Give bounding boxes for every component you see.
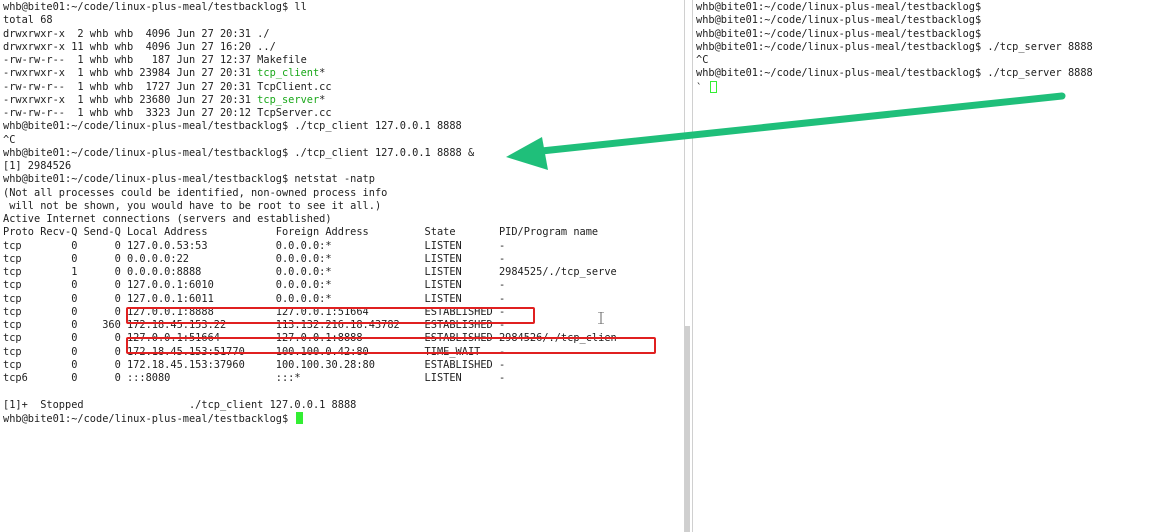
terminal-line: whb@bite01:~/code/linux-plus-meal/testba… bbox=[3, 1, 617, 14]
line-text: whb@bite01:~/code/linux-plus-meal/testba… bbox=[696, 1, 982, 13]
line-text: tcp6 0 0 :::8080 :::* LISTEN - bbox=[3, 372, 506, 384]
terminal-line: drwxrwxr-x 11 whb whb 4096 Jun 27 16:20 … bbox=[3, 41, 617, 54]
terminal-input-line[interactable]: ` bbox=[696, 80, 1093, 94]
terminal-line: -rw-rw-r-- 1 whb whb 187 Jun 27 12:37 Ma… bbox=[3, 54, 617, 67]
terminal-line: whb@bite01:~/code/linux-plus-meal/testba… bbox=[3, 173, 617, 186]
terminal-line: tcp 0 0 0.0.0.0:22 0.0.0.0:* LISTEN - bbox=[3, 253, 617, 266]
line-text: -rw-rw-r-- 1 whb whb 1727 Jun 27 20:31 T… bbox=[3, 80, 332, 93]
line-text: [1]+ Stopped ./tcp_client 127.0.0.1 8888 bbox=[3, 398, 357, 411]
terminal-line: whb@bite01:~/code/linux-plus-meal/testba… bbox=[696, 67, 1093, 80]
terminal-line: -rw-rw-r-- 1 whb whb 1727 Jun 27 20:31 T… bbox=[3, 81, 617, 94]
terminal-line: tcp6 0 0 :::8080 :::* LISTEN - bbox=[3, 372, 617, 385]
highlight-established-client-side bbox=[126, 337, 656, 354]
terminal-line: Active Internet connections (servers and… bbox=[3, 213, 617, 226]
line-text: Proto Recv-Q Send-Q Local Address Foreig… bbox=[3, 226, 599, 239]
terminal-line: [1] 2984526 bbox=[3, 160, 617, 173]
terminal-line: whb@bite01:~/code/linux-plus-meal/testba… bbox=[3, 120, 617, 133]
terminal-line: tcp 0 0 127.0.0.1:6011 0.0.0.0:* LISTEN … bbox=[3, 293, 617, 306]
line-text: will not be shown, you would have to be … bbox=[3, 199, 382, 212]
terminal-line: [1]+ Stopped ./tcp_client 127.0.0.1 8888 bbox=[3, 399, 617, 412]
executable-filename: tcp_server bbox=[257, 93, 320, 106]
line-text: whb@bite01:~/code/linux-plus-meal/testba… bbox=[3, 146, 475, 159]
terminal-cursor-icon bbox=[296, 411, 304, 424]
terminal-line: whb@bite01:~/code/linux-plus-meal/testba… bbox=[696, 1, 1093, 14]
terminal-line: whb@bite01:~/code/linux-plus-meal/testba… bbox=[696, 28, 1093, 41]
line-prefix: -rwxrwxr-x 1 whb whb 23680 Jun 27 20:31 bbox=[3, 93, 258, 106]
line-text: ^C bbox=[3, 133, 16, 146]
highlight-established-server-side bbox=[126, 307, 535, 324]
terminal-line: will not be shown, you would have to be … bbox=[3, 200, 617, 213]
line-text: tcp 0 0 127.0.0.1:6011 0.0.0.0:* LISTEN … bbox=[3, 292, 506, 305]
terminal-line: tcp 1 0 0.0.0.0:8888 0.0.0.0:* LISTEN 29… bbox=[3, 266, 617, 279]
terminal-line: tcp 0 0 127.0.0.1:6010 0.0.0.0:* LISTEN … bbox=[3, 279, 617, 292]
line-text: whb@bite01:~/code/linux-plus-meal/testba… bbox=[696, 40, 1093, 53]
line-text: Active Internet connections (servers and… bbox=[3, 213, 332, 225]
line-text: [1] 2984526 bbox=[3, 160, 72, 172]
terminal-line: (Not all processes could be identified, … bbox=[3, 187, 617, 200]
left-terminal-output: whb@bite01:~/code/linux-plus-meal/testba… bbox=[3, 1, 617, 425]
line-text: drwxrwxr-x 11 whb whb 4096 Jun 27 16:20 … bbox=[3, 40, 276, 53]
terminal-line: Proto Recv-Q Send-Q Local Address Foreig… bbox=[3, 226, 617, 239]
left-pane-scrollbar-thumb[interactable] bbox=[685, 326, 690, 532]
line-text: -rw-rw-r-- 1 whb whb 3323 Jun 27 20:12 T… bbox=[3, 107, 332, 119]
terminal-line: tcp 0 0 172.18.45.153:37960 100.100.30.2… bbox=[3, 359, 617, 372]
input-text: ` bbox=[696, 81, 709, 94]
left-terminal-pane[interactable]: whb@bite01:~/code/linux-plus-meal/testba… bbox=[0, 0, 684, 532]
terminal-line: ^C bbox=[3, 134, 617, 147]
executable-filename: tcp_client bbox=[257, 67, 320, 80]
line-text: whb@bite01:~/code/linux-plus-meal/testba… bbox=[696, 67, 1093, 80]
terminal-line: -rwxrwxr-x 1 whb whb 23984 Jun 27 20:31 … bbox=[3, 67, 617, 80]
terminal-line: whb@bite01:~/code/linux-plus-meal/testba… bbox=[3, 147, 617, 160]
prompt-text: whb@bite01:~/code/linux-plus-meal/testba… bbox=[3, 412, 295, 425]
line-prefix: -rwxrwxr-x 1 whb whb 23984 Jun 27 20:31 bbox=[3, 67, 258, 80]
text-cursor-icon bbox=[598, 312, 604, 324]
line-text: whb@bite01:~/code/linux-plus-meal/testba… bbox=[696, 14, 982, 27]
terminal-line: ^C bbox=[696, 54, 1093, 67]
line-text: -rw-rw-r-- 1 whb whb 187 Jun 27 12:37 Ma… bbox=[3, 54, 307, 66]
line-text: tcp 0 0 127.0.0.53:53 0.0.0.0:* LISTEN - bbox=[3, 239, 506, 252]
line-text: tcp 0 0 0.0.0.0:22 0.0.0.0:* LISTEN - bbox=[3, 252, 506, 265]
terminal-line: whb@bite01:~/code/linux-plus-meal/testba… bbox=[696, 41, 1093, 54]
terminal-line: -rwxrwxr-x 1 whb whb 23680 Jun 27 20:31 … bbox=[3, 94, 617, 107]
line-suffix: * bbox=[319, 93, 326, 106]
line-text: ^C bbox=[696, 54, 709, 66]
line-text: whb@bite01:~/code/linux-plus-meal/testba… bbox=[3, 120, 462, 133]
line-text: total 68 bbox=[3, 14, 53, 27]
line-text: (Not all processes could be identified, … bbox=[3, 186, 388, 199]
terminal-prompt-line[interactable]: whb@bite01:~/code/linux-plus-meal/testba… bbox=[3, 411, 617, 425]
terminal-line: drwxrwxr-x 2 whb whb 4096 Jun 27 20:31 .… bbox=[3, 28, 617, 41]
line-text: whb@bite01:~/code/linux-plus-meal/testba… bbox=[3, 173, 375, 186]
line-suffix: * bbox=[319, 67, 326, 80]
terminal-line: total 68 bbox=[3, 14, 617, 27]
line-text: tcp 1 0 0.0.0.0:8888 0.0.0.0:* LISTEN 29… bbox=[3, 266, 617, 278]
terminal-cursor-icon bbox=[710, 80, 718, 93]
line-text: whb@bite01:~/code/linux-plus-meal/testba… bbox=[3, 1, 307, 13]
terminal-line: -rw-rw-r-- 1 whb whb 3323 Jun 27 20:12 T… bbox=[3, 107, 617, 120]
right-terminal-pane[interactable]: whb@bite01:~/code/linux-plus-meal/testba… bbox=[693, 0, 1161, 532]
right-terminal-output: whb@bite01:~/code/linux-plus-meal/testba… bbox=[696, 1, 1093, 94]
line-text: drwxrwxr-x 2 whb whb 4096 Jun 27 20:31 .… bbox=[3, 27, 270, 40]
terminal-line: tcp 0 0 127.0.0.53:53 0.0.0.0:* LISTEN - bbox=[3, 240, 617, 253]
terminal-line: whb@bite01:~/code/linux-plus-meal/testba… bbox=[696, 14, 1093, 27]
line-text: tcp 0 0 127.0.0.1:6010 0.0.0.0:* LISTEN … bbox=[3, 279, 506, 292]
line-text: tcp 0 0 172.18.45.153:37960 100.100.30.2… bbox=[3, 358, 506, 371]
line-text: whb@bite01:~/code/linux-plus-meal/testba… bbox=[696, 27, 982, 40]
